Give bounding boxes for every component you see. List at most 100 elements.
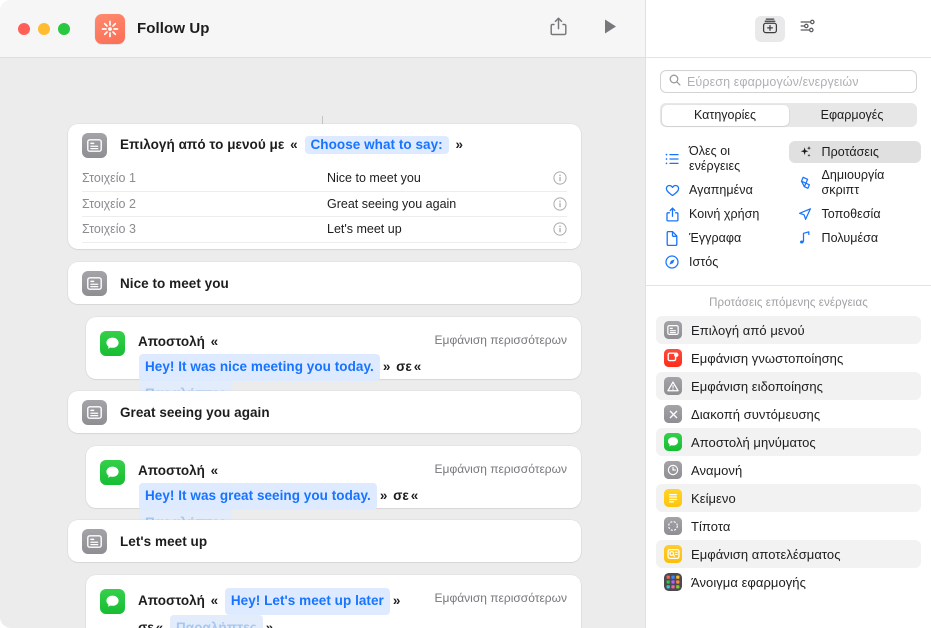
scripting-icon — [797, 176, 813, 190]
list-item[interactable]: Αποστολή μηνύματος — [656, 428, 921, 456]
zoom-button[interactable] — [58, 22, 70, 35]
open-guillemet: « — [290, 137, 298, 152]
action-header: Let's meet up — [68, 520, 581, 562]
menu-icon — [82, 528, 107, 554]
sidebar-item-favorites[interactable]: Αγαπημένα — [656, 179, 789, 201]
action-card-send-message-3[interactable]: Αποστολή « Hey! Let's meet up later» σε «… — [86, 575, 581, 628]
messages-icon — [100, 589, 125, 614]
run-button[interactable] — [593, 14, 627, 44]
action-card-menu-item-2[interactable]: Great seeing you again — [68, 391, 581, 433]
table-row[interactable]: Στοιχείο 2 Great seeing you again — [82, 192, 567, 217]
list-item[interactable]: Διακοπή συντόμευσης — [656, 400, 921, 428]
shortcut-details-tab[interactable] — [793, 16, 823, 42]
action-card-send-message-1[interactable]: Αποστολή « Hey! It was nice meeting you … — [86, 317, 581, 408]
menu-prompt-token[interactable]: Choose what to say: — [304, 136, 449, 154]
minimize-button[interactable] — [38, 22, 50, 35]
scope-segmented-control[interactable]: Κατηγορίες Εφαρμογές — [660, 103, 917, 127]
action-title: Let's meet up — [120, 533, 208, 549]
list-item[interactable]: Τίποτα — [656, 512, 921, 540]
list-item[interactable]: Επιλογή από μενού — [656, 316, 921, 344]
show-more-link[interactable]: Εμφάνιση περισσότερων — [435, 462, 567, 476]
list-item[interactable]: Αναμονή — [656, 456, 921, 484]
message-text-token[interactable]: Hey! It was nice meeting you today. — [139, 354, 380, 381]
quick-look-icon — [664, 545, 682, 563]
sidebar-item-label: Αγαπημένα — [689, 182, 753, 197]
menu-item-value[interactable]: Let's meet up — [327, 222, 553, 236]
sliders-icon — [799, 17, 817, 40]
action-card-send-message-2[interactable]: Αποστολή « Hey! It was great seeing you … — [86, 446, 581, 537]
menu-item-value[interactable]: Nice to meet you — [327, 171, 553, 185]
menu-item-value[interactable]: Great seeing you again — [327, 197, 553, 211]
nothing-icon — [664, 517, 682, 535]
sidebar-item-web[interactable]: Ιστός — [656, 251, 789, 273]
list-item-label: Αναμονή — [691, 462, 743, 478]
tab-categories[interactable]: Κατηγορίες — [661, 104, 789, 126]
shortcuts-window: Follow Up Επιλογή από το μενού με « Choo… — [0, 0, 931, 628]
to-word: σε — [138, 620, 154, 628]
close-guillemet: » — [455, 137, 464, 152]
menu-items-list: Στοιχείο 1 Nice to meet you Στοιχείο 2 G… — [68, 166, 581, 243]
notification-icon — [664, 349, 682, 367]
shortcuts-icon — [95, 13, 125, 44]
action-card-menu-item-1[interactable]: Nice to meet you — [68, 262, 581, 304]
categories-column-left: Όλες οι ενέργειες Αγαπημένα Κοινή χρήση … — [656, 141, 789, 273]
sidebar-item-suggestions[interactable]: Προτάσεις — [788, 141, 921, 163]
suggestions-list[interactable]: Επιλογή από μενού Εμφάνιση γνωστοποίησης — [646, 316, 931, 628]
inspector-toolbar — [646, 0, 931, 58]
list-item[interactable]: Κείμενο — [656, 484, 921, 512]
action-library-tab[interactable] — [754, 15, 785, 42]
categories-grid: Όλες οι ενέργειες Αγαπημένα Κοινή χρήση … — [646, 141, 931, 286]
to-word: σε — [396, 359, 412, 374]
sidebar-item-documents[interactable]: Έγγραφα — [656, 227, 789, 249]
sidebar-item-scripting[interactable]: Δημιουργία σκριπτ — [789, 165, 922, 201]
list-item-label: Επιλογή από μενού — [691, 322, 805, 338]
sidebar-item-label: Προτάσεις — [821, 144, 879, 159]
recipients-token[interactable]: Παραλήπτες — [169, 615, 263, 628]
to-word: σε — [393, 488, 409, 503]
sidebar-item-media[interactable]: Πολυμέσα — [789, 227, 922, 249]
menu-icon — [82, 399, 107, 425]
alert-icon — [664, 377, 682, 395]
action-card-menu-item-3[interactable]: Let's meet up — [68, 520, 581, 562]
info-icon[interactable] — [553, 197, 567, 211]
menu-item-label: Στοιχείο 1 — [82, 171, 136, 186]
list-item[interactable]: Εμφάνιση ειδοποίησης — [656, 372, 921, 400]
table-row[interactable]: Στοιχείο 1 Nice to meet you — [82, 166, 567, 192]
tab-apps[interactable]: Εφαρμογές — [789, 105, 916, 126]
list-item[interactable]: Εμφάνιση γνωστοποίησης — [656, 344, 921, 372]
show-more-link[interactable]: Εμφάνιση περισσότερων — [435, 591, 567, 605]
list-item-label: Τίποτα — [691, 518, 731, 534]
info-icon[interactable] — [553, 171, 567, 185]
menu-icon — [664, 321, 682, 339]
menu-item-label: Στοιχείο 2 — [82, 196, 136, 211]
info-icon[interactable] — [553, 222, 567, 236]
message-text-token[interactable]: Hey! It was great seeing you today. — [139, 483, 377, 510]
search-input[interactable]: Εύρεση εφαρμογών/ενεργειών — [660, 70, 917, 93]
safari-icon — [664, 255, 680, 269]
close-button[interactable] — [18, 22, 30, 35]
action-body: Αποστολή « Hey! Let's meet up later» σε «… — [86, 575, 581, 628]
show-more-link[interactable]: Εμφάνιση περισσότερων — [435, 333, 567, 347]
message-text-token[interactable]: Hey! Let's meet up later — [224, 588, 390, 615]
action-header: Επιλογή από το μενού με « Choose what to… — [68, 124, 581, 166]
sidebar-item-location[interactable]: Τοποθεσία — [789, 203, 922, 225]
table-row[interactable]: Στοιχείο 3 Let's meet up — [82, 217, 567, 243]
list-item-label: Διακοπή συντόμευσης — [691, 406, 821, 422]
share-button[interactable] — [541, 14, 575, 44]
list-item-label: Άνοιγμα εφαρμογής — [691, 574, 806, 590]
sidebar-item-sharing[interactable]: Κοινή χρήση — [656, 203, 789, 225]
list-item[interactable]: Άνοιγμα εφαρμογής — [656, 568, 921, 596]
action-card-choose-from-menu[interactable]: Επιλογή από το μενού με « Choose what to… — [68, 124, 581, 249]
menu-item-label: Στοιχείο 3 — [82, 222, 136, 237]
page-title: Follow Up — [137, 20, 210, 37]
text-icon — [664, 489, 682, 507]
sidebar-item-label: Έγγραφα — [689, 230, 742, 245]
sidebar-item-all-actions[interactable]: Όλες οι ενέργειες — [656, 141, 789, 177]
sidebar-item-label: Ιστός — [689, 254, 719, 269]
shortcut-canvas[interactable]: Επιλογή από το μενού με « Choose what to… — [0, 58, 645, 628]
list-item[interactable]: Εμφάνιση αποτελέσματος — [656, 540, 921, 568]
action-title: Nice to meet you — [120, 275, 229, 291]
action-library-icon — [761, 17, 779, 40]
menu-icon — [82, 270, 107, 296]
action-title: Επιλογή από το μενού με « Choose what to… — [120, 136, 465, 154]
